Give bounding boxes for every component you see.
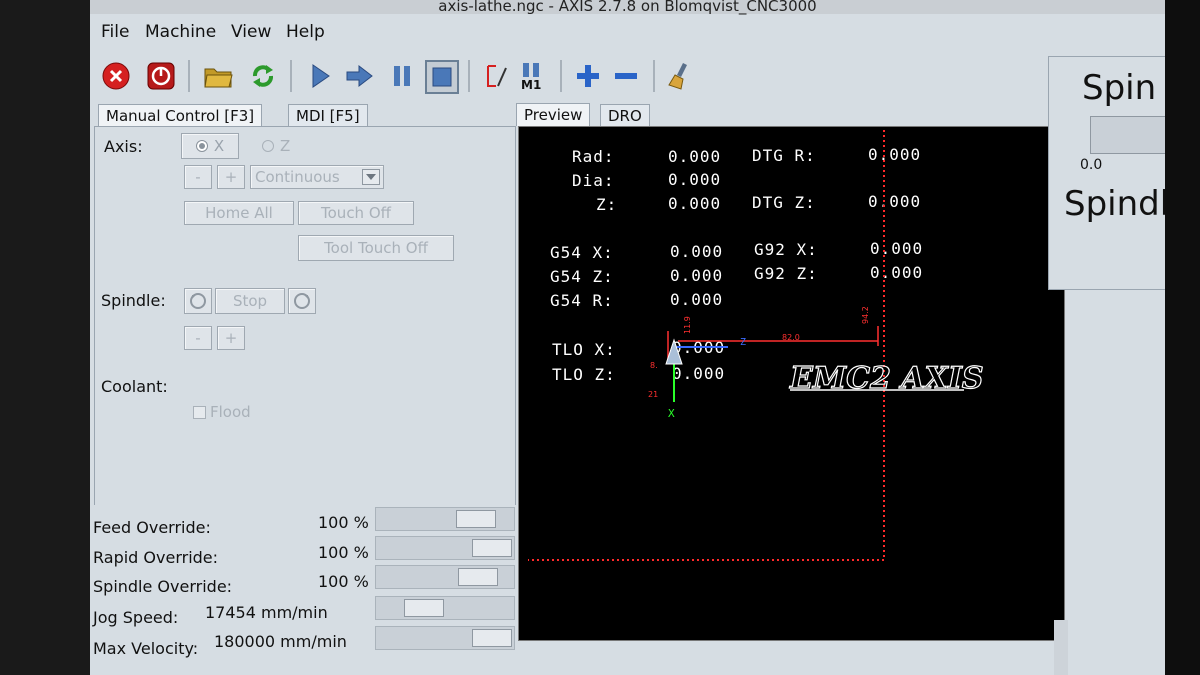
tab-dro[interactable]: DRO xyxy=(600,104,650,127)
feed-override-label: Feed Override: xyxy=(93,518,211,537)
zoom-out-icon[interactable] xyxy=(610,60,642,92)
clear-plot-icon[interactable] xyxy=(665,60,697,92)
feed-override-slider[interactable] xyxy=(375,507,515,531)
rapid-override-label: Rapid Override: xyxy=(93,548,219,567)
estop-icon[interactable] xyxy=(100,60,132,92)
optional-stop-icon[interactable]: M1 xyxy=(518,60,550,92)
jog-speed-label: Jog Speed: xyxy=(93,608,179,627)
spindle-title: Spin xyxy=(1082,68,1157,108)
tab-mdi[interactable]: MDI [F5] xyxy=(288,104,368,127)
tab-manual-control[interactable]: Manual Control [F3] xyxy=(98,104,263,127)
radio-unselected-icon xyxy=(262,140,274,152)
dim-top-label: 82.0 xyxy=(782,333,800,342)
touch-off-button[interactable]: Touch Off xyxy=(298,201,414,225)
window-title: axis-lathe.ngc - AXIS 2.7.8 on Blomqvist… xyxy=(90,0,1165,14)
zoom-in-icon[interactable] xyxy=(572,60,604,92)
max-velocity-slider[interactable] xyxy=(375,626,515,650)
checkbox-icon xyxy=(193,405,206,419)
slider-thumb[interactable] xyxy=(458,568,498,586)
jog-mode-select[interactable]: Continuous xyxy=(250,165,384,189)
toolbar-separator xyxy=(468,60,470,92)
spindle-override-label: Spindle Override: xyxy=(93,577,233,596)
flood-label: Flood xyxy=(210,403,251,421)
block-delete-icon[interactable] xyxy=(480,60,512,92)
power-icon[interactable] xyxy=(145,60,177,92)
slider-thumb[interactable] xyxy=(456,510,496,528)
screen-bezel xyxy=(1165,0,1200,675)
rapid-override-value: 100 % xyxy=(318,543,369,562)
spindle-override-value: 100 % xyxy=(318,572,369,591)
coolant-label: Coolant: xyxy=(101,377,168,396)
tool-touch-off-button[interactable]: Tool Touch Off xyxy=(298,235,454,261)
menu-machine[interactable]: Machine xyxy=(145,22,216,42)
spindle-cw-icon xyxy=(294,293,310,309)
toolpath-preview: Z X 82.0 94.2 11.9 8. 21 EMC2 AXIS xyxy=(528,130,984,561)
toolbar-separator xyxy=(290,60,292,92)
slider-thumb[interactable] xyxy=(472,539,512,557)
run-icon[interactable] xyxy=(304,60,336,92)
menu-view[interactable]: View xyxy=(231,22,271,42)
open-file-icon[interactable] xyxy=(202,60,234,92)
tab-preview[interactable]: Preview xyxy=(516,103,591,126)
spindle-minus-button[interactable]: - xyxy=(184,326,212,350)
toolbar-separator xyxy=(188,60,190,92)
axis-z-radio[interactable]: Z xyxy=(262,137,290,155)
dim-left-b-label: 21 xyxy=(648,390,658,399)
jog-minus-button[interactable]: - xyxy=(184,165,212,189)
spindle-speed-value: 0.0 xyxy=(1080,157,1103,173)
slider-thumb[interactable] xyxy=(404,599,444,617)
flood-checkbox[interactable]: Flood xyxy=(193,403,251,421)
axis-label: Axis: xyxy=(104,137,143,156)
spindle-label: Spindle: xyxy=(101,291,166,310)
axis-z-label: Z xyxy=(280,137,291,155)
spindle-ccw-icon xyxy=(190,293,206,309)
rapid-override-slider[interactable] xyxy=(375,536,515,560)
toolbar-separator xyxy=(653,60,655,92)
dim-left-top-label: 11.9 xyxy=(683,316,692,334)
axis-window: axis-lathe.ngc - AXIS 2.7.8 on Blomqvist… xyxy=(90,0,1165,675)
toolbar-separator xyxy=(560,60,562,92)
jog-mode-value: Continuous xyxy=(255,168,340,186)
machine-limit-outline xyxy=(528,130,885,561)
spindle-override-slider[interactable] xyxy=(375,565,515,589)
reload-icon[interactable] xyxy=(247,60,279,92)
jog-plus-button[interactable]: + xyxy=(217,165,245,189)
jog-speed-value: 17454 mm/min xyxy=(205,603,328,622)
axis-x-label: X xyxy=(213,137,225,155)
dim-left-a-label: 8. xyxy=(650,361,658,370)
step-icon[interactable] xyxy=(344,60,376,92)
dim-right-label: 94.2 xyxy=(861,306,870,324)
slider-thumb[interactable] xyxy=(472,629,512,647)
extents-line xyxy=(678,326,879,346)
spindle-forward-button[interactable] xyxy=(288,288,316,314)
scrollbar[interactable] xyxy=(1054,620,1068,675)
spindle-label-2: Spindl xyxy=(1064,184,1165,224)
origin-z-label: Z xyxy=(740,337,746,348)
m1-label: M1 xyxy=(521,78,541,91)
jog-speed-slider[interactable] xyxy=(375,596,515,620)
home-all-button[interactable]: Home All xyxy=(184,201,294,225)
origin-x-label: X xyxy=(668,407,675,420)
menu-file[interactable]: File xyxy=(101,22,129,42)
feed-override-value: 100 % xyxy=(318,513,369,532)
max-velocity-label: Max Velocity: xyxy=(93,639,199,658)
axis-x-radio[interactable]: X xyxy=(181,133,239,159)
pause-icon[interactable] xyxy=(386,60,418,92)
stop-icon[interactable] xyxy=(425,60,459,94)
spindle-speed-bar xyxy=(1090,116,1165,154)
max-velocity-value: 180000 mm/min xyxy=(214,632,347,651)
menu-help[interactable]: Help xyxy=(286,22,325,42)
radio-selected-icon xyxy=(195,140,208,152)
spindle-plus-button[interactable]: + xyxy=(217,326,245,350)
spindle-stop-button[interactable]: Stop xyxy=(215,288,285,314)
chevron-down-icon xyxy=(362,169,380,185)
spindle-reverse-button[interactable] xyxy=(184,288,212,314)
